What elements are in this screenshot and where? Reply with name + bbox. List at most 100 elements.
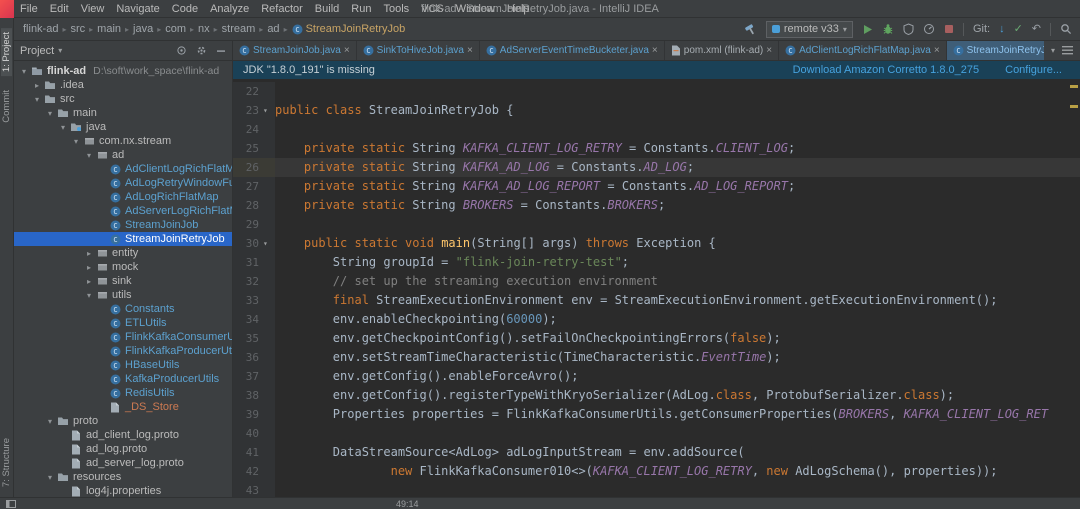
error-stripe-mark[interactable]	[1070, 105, 1078, 108]
breadcrumb-item-main[interactable]: main	[94, 23, 124, 35]
tree-item-constants[interactable]: C Constants	[14, 302, 232, 316]
debug-icon[interactable]	[882, 23, 894, 35]
toolwindow-toggle-icon[interactable]	[6, 499, 16, 508]
tree-item-entity[interactable]: ▸ entity	[14, 246, 232, 260]
breadcrumb-item-com[interactable]: com	[162, 23, 189, 35]
search-icon[interactable]	[1060, 23, 1072, 35]
tab-adclientlogrichflatmap-java[interactable]: C AdClientLogRichFlatMap.java ×	[779, 41, 947, 60]
tree-item-idea[interactable]: ▸ .idea	[14, 78, 232, 92]
chevron-right-icon[interactable]: ▸	[83, 277, 95, 286]
fold-arrow-icon[interactable]: ▾	[263, 101, 275, 120]
tree-item-com-nx-stream[interactable]: ▾ com.nx.stream	[14, 134, 232, 148]
gear-icon[interactable]	[196, 45, 207, 56]
tree-item-adclientlogrichflatmap[interactable]: C AdClientLogRichFlatMap	[14, 162, 232, 176]
breadcrumb-item-src[interactable]: src	[67, 23, 88, 35]
hidden-tabs-chevron-icon[interactable]: ▾	[1051, 46, 1055, 55]
chevron-right-icon[interactable]: ▸	[83, 249, 95, 258]
tree-item-utils[interactable]: ▾ utils	[14, 288, 232, 302]
tree-item-flinkkafkaproducerutils[interactable]: C FlinkKafkaProducerUtils	[14, 344, 232, 358]
chevron-down-icon[interactable]: ▾	[44, 417, 56, 426]
hide-icon[interactable]	[216, 46, 226, 56]
tab-streamjoinjob-java[interactable]: C StreamJoinJob.java ×	[233, 41, 357, 60]
run-config-select[interactable]: remote v33 ▾	[765, 20, 853, 38]
stripe-button-1-project[interactable]: 1: Project	[1, 28, 12, 77]
chevron-down-icon[interactable]: ▾	[83, 151, 95, 160]
hammer-icon[interactable]	[744, 23, 757, 36]
tree-item-mock[interactable]: ▸ mock	[14, 260, 232, 274]
download-corretto-link[interactable]: Download Amazon Corretto 1.8.0_275	[793, 64, 980, 76]
menu-item-view[interactable]: View	[75, 3, 111, 15]
tree-item-java[interactable]: ▾ java	[14, 120, 232, 134]
git-update-icon[interactable]: ↓	[999, 23, 1005, 35]
chevron-down-icon[interactable]: ▾	[57, 123, 69, 132]
tab-pom-xml-flink-ad[interactable]: pom.xml (flink-ad) ×	[665, 41, 780, 60]
menu-item-navigate[interactable]: Navigate	[110, 3, 165, 15]
tree-item-main[interactable]: ▾ main	[14, 106, 232, 120]
tab-adservereventtimebucketer-java[interactable]: C AdServerEventTimeBucketer.java ×	[480, 41, 665, 60]
git-revert-icon[interactable]: ↶	[1032, 23, 1041, 35]
tree-item-streamjoinjob[interactable]: C StreamJoinJob	[14, 218, 232, 232]
menu-item-edit[interactable]: Edit	[44, 3, 75, 15]
tree-item-resources[interactable]: ▾ resources	[14, 470, 232, 484]
code-editor[interactable]: 22 23 ▾ public class StreamJoinRetryJob {24…	[233, 79, 1080, 497]
menu-item-code[interactable]: Code	[166, 3, 204, 15]
tree-item-ad-log-proto[interactable]: ad_log.proto	[14, 442, 232, 456]
tab-sinktohivejob-java[interactable]: C SinkToHiveJob.java ×	[357, 41, 480, 60]
chevron-down-icon[interactable]: ▾	[70, 137, 82, 146]
breadcrumb-item-java[interactable]: java	[130, 23, 156, 35]
menu-item-tools[interactable]: Tools	[377, 3, 415, 15]
chevron-down-icon[interactable]: ▾	[58, 46, 62, 55]
breadcrumb-item-streamjoinretryjob[interactable]: C StreamJoinRetryJob	[289, 23, 409, 35]
breadcrumb-item-nx[interactable]: nx	[195, 23, 213, 35]
breadcrumb-item-stream[interactable]: stream	[219, 23, 259, 35]
breadcrumb-item-ad[interactable]: ad	[264, 23, 282, 35]
chevron-down-icon[interactable]: ▾	[31, 95, 43, 104]
menu-item-build[interactable]: Build	[309, 3, 345, 15]
stripe-button-7-structure[interactable]: 7: Structure	[1, 438, 12, 487]
project-panel-title[interactable]: Project	[20, 45, 54, 57]
close-icon[interactable]: ×	[652, 45, 658, 56]
stop-icon[interactable]	[944, 24, 954, 34]
tree-item-streamjoinretryjob[interactable]: C StreamJoinRetryJob	[14, 232, 232, 246]
menu-item-file[interactable]: File	[14, 3, 44, 15]
tree-item-adserverlogrichflatmap[interactable]: C AdServerLogRichFlatMap	[14, 204, 232, 218]
coverage-icon[interactable]	[903, 23, 914, 35]
tree-item-redisutils[interactable]: C RedisUtils	[14, 386, 232, 400]
tree-item-etlutils[interactable]: C ETLUtils	[14, 316, 232, 330]
chevron-down-icon[interactable]: ▾	[44, 109, 56, 118]
menu-item-refactor[interactable]: Refactor	[255, 3, 309, 15]
close-icon[interactable]: ×	[344, 45, 350, 56]
tree-item-flinkkafkaconsumerutils[interactable]: C FlinkKafkaConsumerUtils	[14, 330, 232, 344]
close-icon[interactable]: ×	[766, 45, 772, 56]
chevron-down-icon[interactable]: ▾	[83, 291, 95, 300]
locate-icon[interactable]	[176, 45, 187, 56]
stripe-button-commit[interactable]: Commit	[1, 90, 12, 123]
tree-item-adlogretrywindowfunction[interactable]: C AdLogRetryWindowFunction	[14, 176, 232, 190]
breadcrumb-item-flink-ad[interactable]: flink-ad	[20, 23, 61, 35]
chevron-down-icon[interactable]: ▾	[44, 473, 56, 482]
tree-item-adlogrichflatmap[interactable]: C AdLogRichFlatMap	[14, 190, 232, 204]
menu-item-analyze[interactable]: Analyze	[204, 3, 255, 15]
tree-item-ad-client-log-proto[interactable]: ad_client_log.proto	[14, 428, 232, 442]
tree-item-ad[interactable]: ▾ ad	[14, 148, 232, 162]
tree-item-log4j-properties[interactable]: log4j.properties	[14, 484, 232, 497]
chevron-right-icon[interactable]: ▸	[31, 81, 43, 90]
tree-item-kafkaproducerutils[interactable]: C KafkaProducerUtils	[14, 372, 232, 386]
tree-item-ds-store[interactable]: _DS_Store	[14, 400, 232, 414]
tree-item-flink-ad[interactable]: ▾ flink-ad D:\soft\work_space\flink-ad	[14, 64, 232, 78]
play-icon[interactable]	[862, 24, 873, 35]
tree-item-src[interactable]: ▾ src	[14, 92, 232, 106]
editor-menu-icon[interactable]	[1062, 46, 1073, 55]
fold-arrow-icon[interactable]: ▾	[263, 234, 275, 253]
error-stripe-mark[interactable]	[1070, 85, 1078, 88]
tree-item-sink[interactable]: ▸ sink	[14, 274, 232, 288]
tree-item-hbaseutils[interactable]: C HBaseUtils	[14, 358, 232, 372]
tree-item-ad-server-log-proto[interactable]: ad_server_log.proto	[14, 456, 232, 470]
close-icon[interactable]: ×	[467, 45, 473, 56]
menu-item-run[interactable]: Run	[345, 3, 377, 15]
chevron-right-icon[interactable]: ▸	[83, 263, 95, 272]
git-commit-icon[interactable]: ✓	[1014, 23, 1023, 35]
configure-jdk-link[interactable]: Configure...	[1005, 64, 1062, 76]
chevron-down-icon[interactable]: ▾	[18, 67, 30, 76]
profiler-icon[interactable]	[923, 23, 935, 35]
